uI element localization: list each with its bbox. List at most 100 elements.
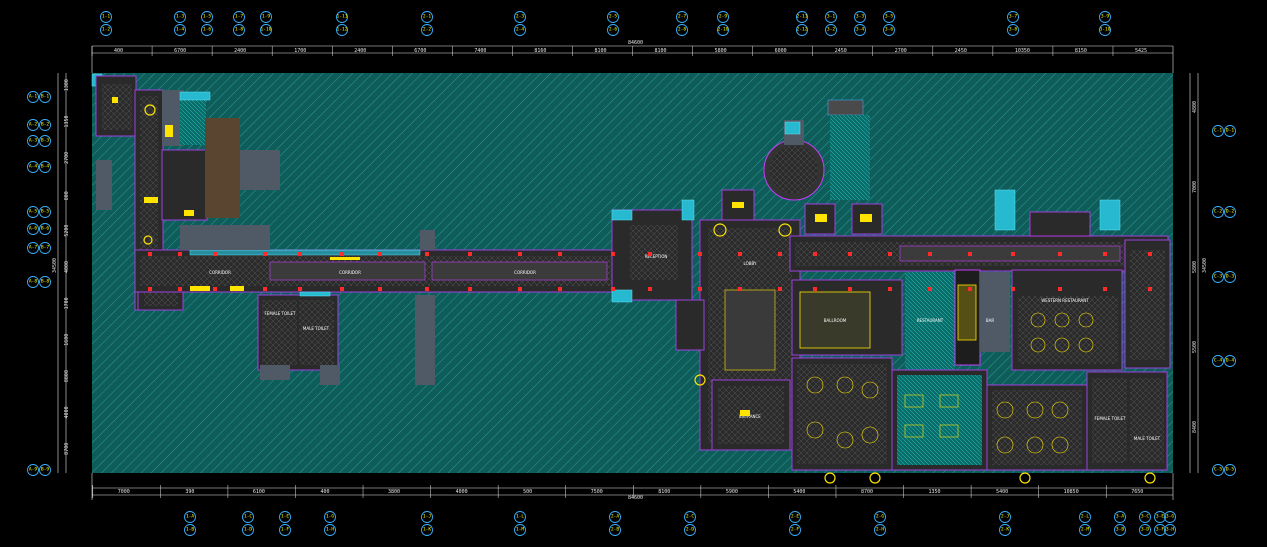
top-overall-dimension: 84600 [628,40,643,46]
right-dimension-text: 7000 [1192,181,1198,193]
left-dimension-text: 1700 [64,297,70,309]
left-grid-bubble-label: A-4 [29,164,38,170]
left-grid-bubble-label: A-9 [29,467,38,473]
bottom-dimension-text: 7650 [1131,489,1143,495]
left-dimension-text: 8700 [64,443,70,455]
bottom-dimension-text: 7500 [591,489,603,495]
right-dimension-texts: 4800 7000 5800 5500 8400 [1192,101,1198,433]
column-marker [340,252,344,256]
top-grid-bubble-label: 3-5 [885,14,894,20]
bottom-grid-bubble-label: 2-F [791,527,800,533]
bottom-grid-bubble-label: 3-A [1116,514,1125,520]
room-label-male-toilet-e: MALE TOILET [1134,436,1161,441]
column-marker [340,287,344,291]
bottom-dimension-text: 1350 [929,489,941,495]
left-grid-bubble-label: B-6 [41,226,50,232]
top-grid-bubble-label: 2-10 [717,27,728,33]
bottom-dimension-text: 10850 [1064,489,1079,495]
column-marker [178,287,182,291]
column-marker [738,252,742,256]
column-marker [848,252,852,256]
floor-plan-drawing: 84600 84600 34500 34500 400 6700 2400 1700 2… [27,11,1236,536]
bottom-dimension-text: 390 [185,489,194,495]
top-grid-bubble-label: 3-2 [827,27,836,33]
right-dimension-text: 4800 [1192,101,1198,113]
top-dimension-text: 1700 [294,48,306,54]
left-dimension-text: 800 [64,191,70,200]
left-grid-bubble-label: B-9 [41,467,50,473]
left-grid-bubble-label: B-5 [41,209,50,215]
left-grid-bubble-label: A-1 [29,94,38,100]
bottom-grid-bubble-label: 2-K [1001,527,1010,533]
left-grid-bubble-label: A-2 [29,122,38,128]
bottom-dimension-text: 5400 [996,489,1008,495]
left-dimension-text: 8800 [64,370,70,382]
left-overall-dimension: 34500 [52,258,58,273]
bottom-dimension-texts: 7000 390 6100 400 3800 4000 500 7500 8100 5900 540… [92,485,1143,498]
bottom-grid-bubble-label: 3-D [1141,527,1150,533]
column-marker [558,287,562,291]
bottom-grid-bubble-label: 2-B [611,527,620,533]
column-marker [468,252,472,256]
right-overall-dimension: 34500 [1202,258,1208,273]
column-marker [1148,252,1152,256]
column-marker [425,252,429,256]
column-marker [425,287,429,291]
left-grid-bubble-label: B-3 [41,138,50,144]
top-dimension-text: 2400 [354,48,366,54]
room-label-corridor-3: CORRIDOR [514,270,536,275]
top-grid-bubble-label: 1-6 [203,27,212,33]
bottom-dimension-text: 8100 [658,489,670,495]
room-label-restaurant: RESTAURANT [917,318,944,323]
bottom-grid-bubble-label: 2-J [1001,514,1010,520]
bottom-grid-bubble-label: 2-E [791,514,800,520]
column-marker [928,287,932,291]
left-grid-bubble-label: A-5 [29,209,38,215]
right-dimension-text: 5800 [1192,261,1198,273]
bottom-dimension-text: 7000 [118,489,130,495]
column-marker [1058,252,1062,256]
left-grid-bubble-label: A-8 [29,279,38,285]
bottom-overall-dimension: 84600 [628,495,643,501]
room-label-corridor-1: CORRIDOR [209,270,231,275]
right-grid-bubble-label: D-4 [1226,358,1235,364]
top-grid-bubble-label: 3-10 [1099,27,1110,33]
column-marker [468,287,472,291]
bottom-dimension-text: 400 [320,489,329,495]
top-grid-bubble-label: 3-4 [856,27,865,33]
left-dimension-text: 2700 [64,152,70,164]
left-dimension-text: 5200 [64,225,70,237]
column-marker [648,287,652,291]
top-grid-bubble-label: 1-5 [203,14,212,20]
bottom-dimension-text: 3800 [388,489,400,495]
top-grid-bubble-label: 2-4 [516,27,525,33]
top-dimension-text: 8100 [594,48,606,54]
top-dimension-text: 2400 [234,48,246,54]
top-dimension-text: 8150 [1075,48,1087,54]
column-marker [1103,252,1107,256]
top-grid-bubble-label: 2-6 [609,27,618,33]
top-grid-bubbles: 1-1 1-2 1-3 1-4 1-5 1-6 1-7 1-8 1-9 1-10 1-11 1-12 2… [100,11,1111,36]
top-grid-bubble-label: 3-9 [1101,14,1110,20]
top-grid-bubble-label: 2-5 [609,14,618,20]
column-marker [148,287,152,291]
bottom-grid-bubble-label: 2-A [611,514,620,520]
room-label-lobby: LOBBY [744,261,758,266]
top-grid-bubble-label: 1-2 [102,27,111,33]
top-dimension-text: 6000 [775,48,787,54]
top-grid-bubble-label: 1-7 [235,14,244,20]
bottom-grid-bubble-label: 1-H [326,527,335,533]
column-marker [378,287,382,291]
top-dimension-text: 400 [114,48,123,54]
bottom-dimension-text: 5900 [726,489,738,495]
top-dimension-text: 8160 [534,48,546,54]
left-grid-bubble-label: A-6 [29,226,38,232]
column-marker [738,287,742,291]
bottom-grid-bubble-label: 1-B [186,527,195,533]
right-grid-bubble-label: C-4 [1214,358,1223,364]
top-grid-bubble-label: 2-9 [719,14,728,20]
top-dimension-text: 2700 [895,48,907,54]
column-marker [611,252,615,256]
bottom-grid-bubble-label: 3-E [1156,514,1165,520]
top-grid-bubble-label: 2-2 [423,27,432,33]
